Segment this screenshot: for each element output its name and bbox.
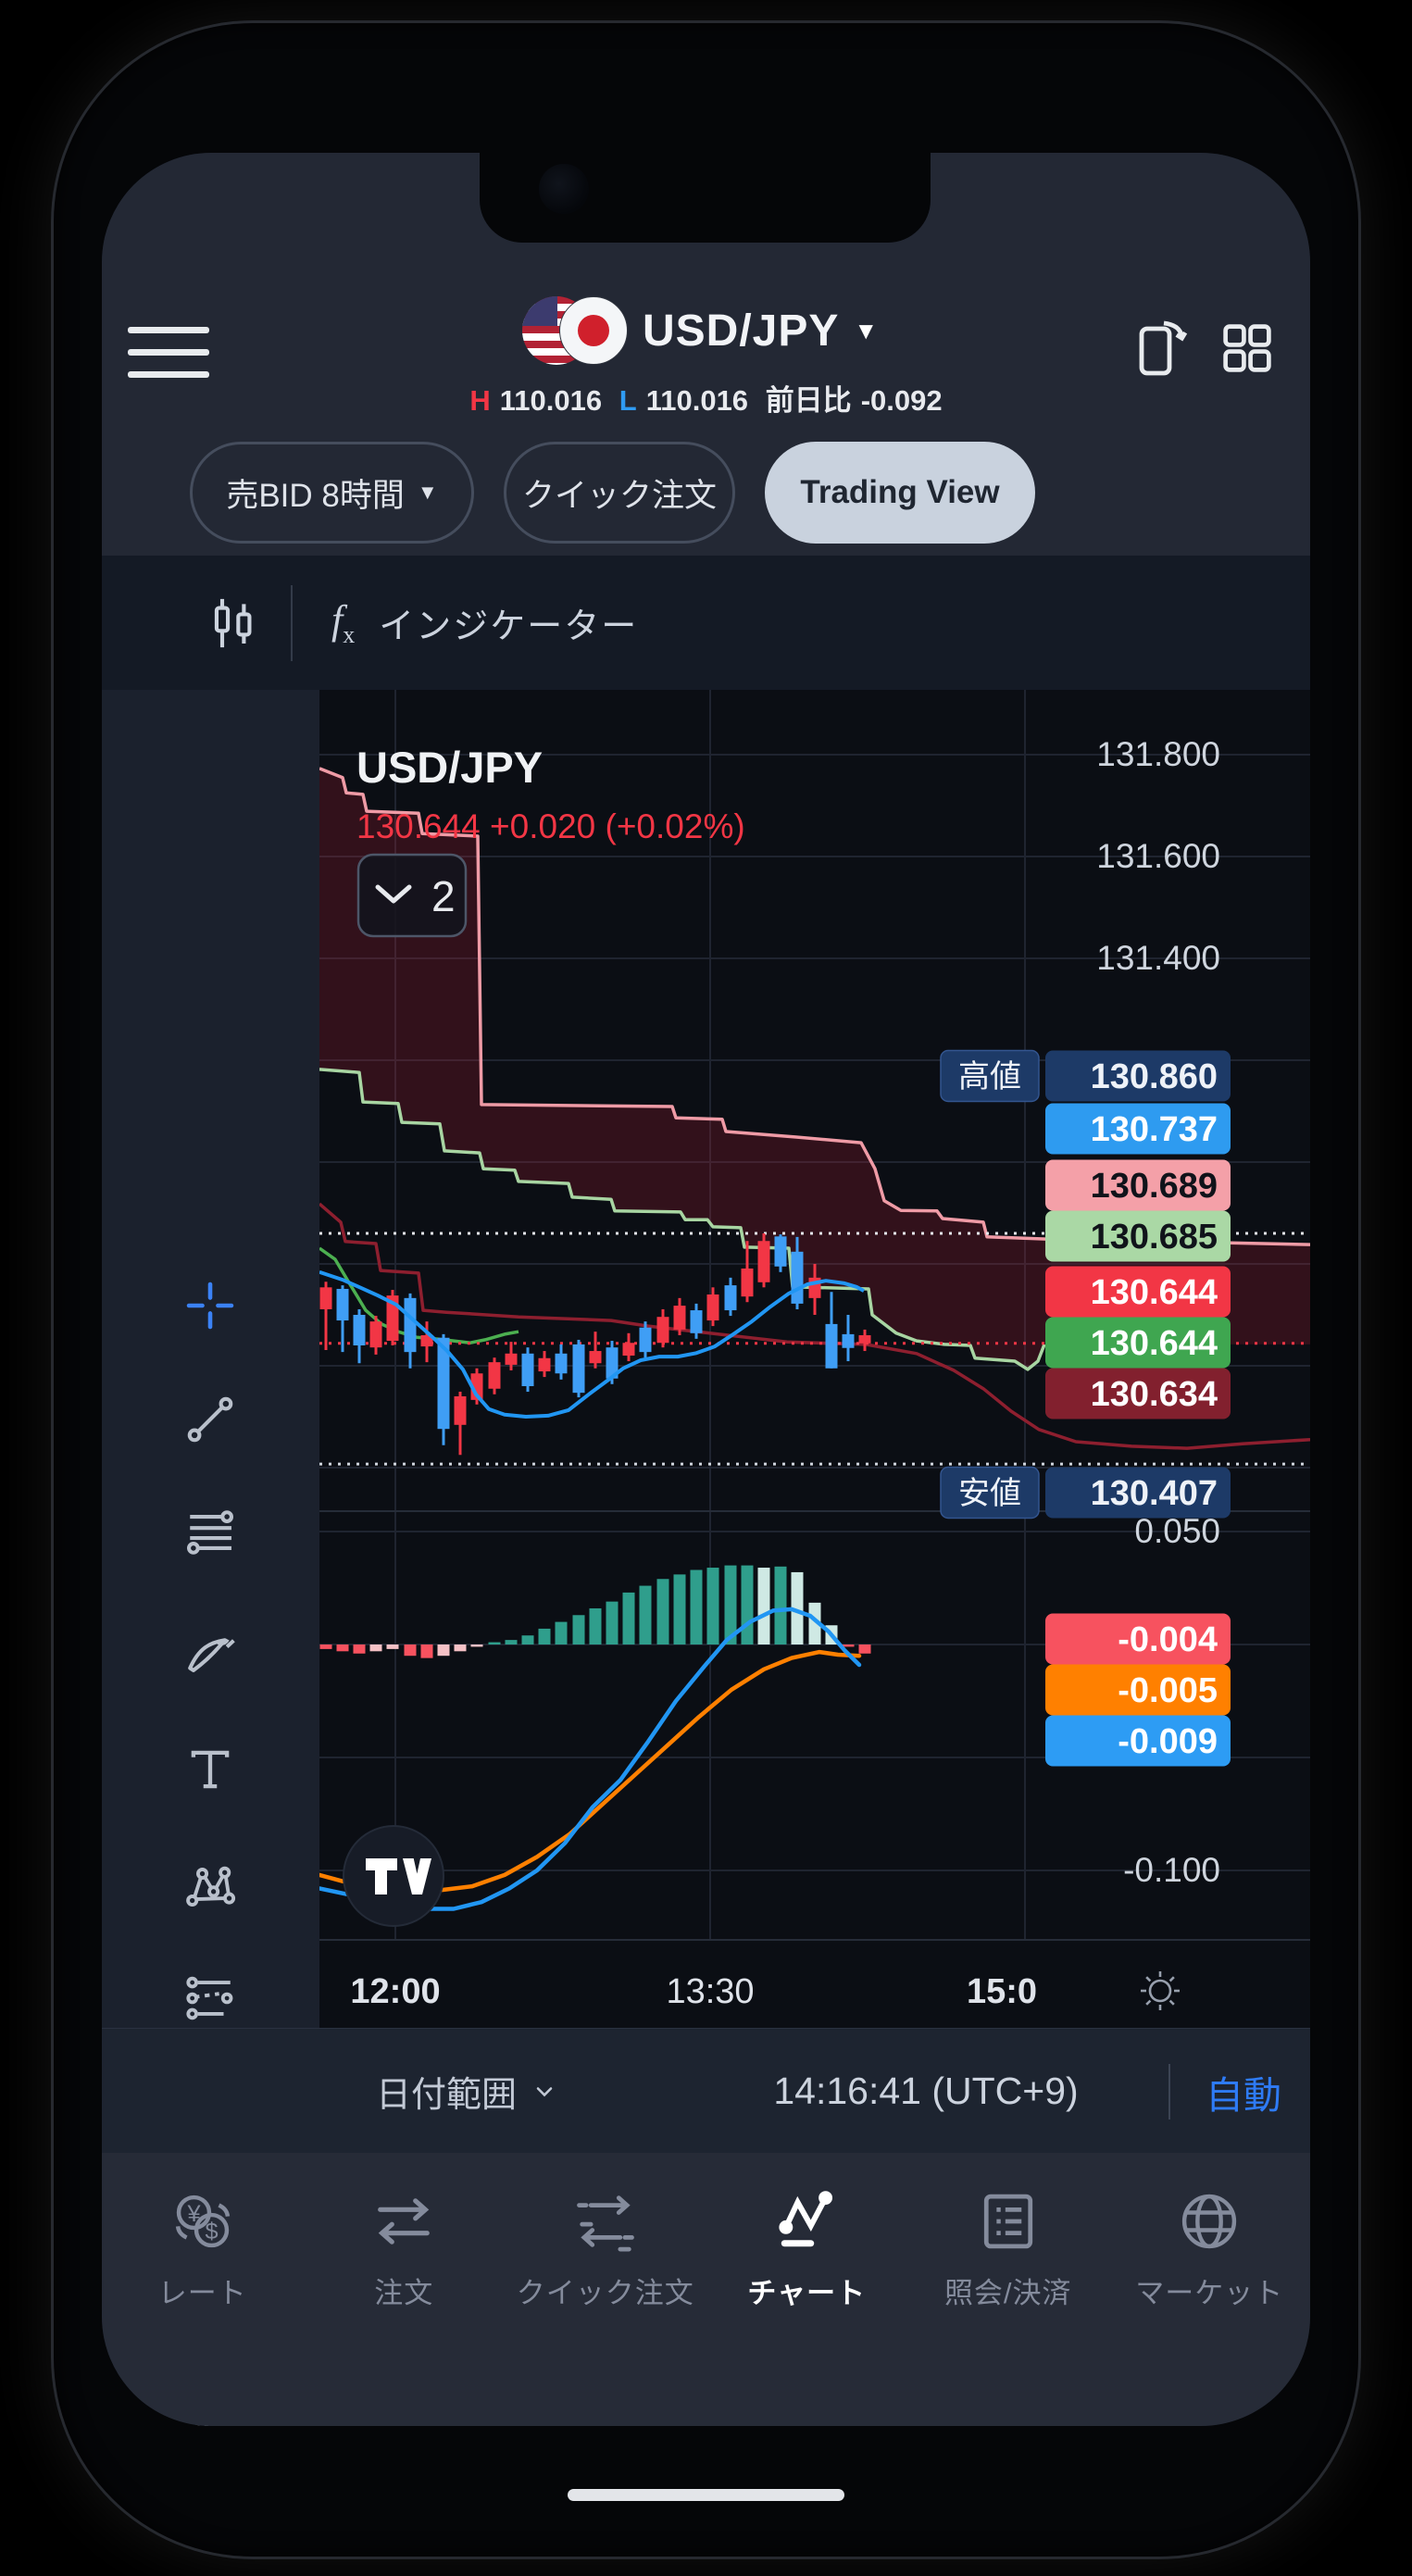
price-axis-label: 131.400	[1096, 939, 1220, 977]
price-badge-value: 130.644	[1091, 1273, 1218, 1312]
drawing-sidebar: ‹	[102, 690, 320, 2426]
price-badge-value: 130.634	[1091, 1375, 1218, 1414]
date-range-button[interactable]: 日付範囲	[376, 2029, 557, 2154]
price-axis-label: 131.800	[1096, 735, 1220, 773]
bottom-navigation: ¥ $ レート 注文 クイック注文 チャート 照会/決済 マーケット	[102, 2153, 1310, 2426]
order-arrows-icon	[378, 2198, 431, 2245]
price-badge-value: -0.009	[1118, 1722, 1218, 1761]
chevron-down-icon: ▼	[417, 481, 438, 504]
xabcd-pattern-tool[interactable]	[183, 1860, 237, 1914]
quick-order-button[interactable]: クイック注文	[504, 442, 735, 544]
indicator-axis-label: -0.100	[1123, 1851, 1220, 1889]
forecast-position-tool[interactable]	[183, 1971, 237, 2025]
high-value: 110.016	[499, 384, 603, 417]
nav-label: クイック注文	[516, 2277, 694, 2309]
high-low-row: H 110.016 L 110.016 前日比 -0.092	[102, 377, 1310, 419]
jp-flag-icon	[559, 296, 628, 365]
home-indicator[interactable]	[568, 2489, 844, 2501]
nav-label: 注文	[374, 2277, 434, 2309]
chart-bottom-bar: 日付範囲 14:16:41 (UTC+9) 自動	[102, 2028, 1310, 2153]
trading-view-label: Trading View	[800, 474, 1000, 510]
quick-order-label: クイック注文	[521, 477, 717, 514]
trend-line-tool[interactable]	[183, 1393, 237, 1446]
statement-icon	[983, 2194, 1032, 2249]
chart-canvas[interactable]: 131.800 131.600 131.400 0.050 -0.100 高値 130.86…	[317, 690, 1310, 2028]
price-badge-value: -0.004	[1118, 1620, 1218, 1659]
front-camera	[539, 164, 589, 214]
quick-order-icon	[576, 2195, 634, 2252]
phone-frame: USD/JPY ▼ H110.016 L110.016 前日比-0.092	[51, 20, 1361, 2559]
chevron-down-icon	[536, 2086, 553, 2096]
chart-toolbar: fx インジケーター	[102, 556, 1310, 690]
auto-scale-button[interactable]: 自動	[1193, 2029, 1294, 2154]
legend-collapse-count: 2	[431, 872, 456, 920]
trading-view-tab[interactable]: Trading View	[765, 442, 1035, 544]
price-badge-value: 130.737	[1091, 1110, 1218, 1149]
indicators-button[interactable]: fx インジケーター	[331, 556, 638, 690]
indicators-label: インジケーター	[379, 607, 639, 646]
nav-label: マーケット	[1135, 2277, 1284, 2309]
nav-item-statement[interactable]: 照会/決済	[907, 2153, 1109, 2426]
notch	[480, 153, 931, 243]
price-badge-tag: 安値	[958, 1476, 1021, 1511]
prev-change-value: -0.092	[860, 384, 943, 417]
app-screen: USD/JPY ▼ H110.016 L110.016 前日比-0.092	[102, 153, 1310, 2426]
nav-item-order[interactable]: 注文	[304, 2153, 506, 2426]
date-range-label: 日付範囲	[376, 2076, 518, 2115]
chevron-down-icon: ▼	[854, 316, 880, 344]
layout-grid-icon[interactable]	[1217, 318, 1278, 379]
candlestick-style-icon[interactable]	[202, 591, 263, 656]
chart-icon	[779, 2191, 833, 2247]
time-axis-label: 15:0	[967, 1972, 1037, 2011]
prev-change-label: 前日比	[765, 384, 852, 417]
nav-item-market[interactable]: マーケット	[1109, 2153, 1311, 2426]
menu-button[interactable]	[128, 327, 213, 382]
price-badge-value: -0.005	[1118, 1671, 1218, 1710]
symbol-title: USD/JPY	[643, 306, 840, 356]
price-badge-value: 130.407	[1091, 1474, 1218, 1513]
bottom-bar-divider	[1168, 2064, 1170, 2120]
crosshair-tool[interactable]	[183, 1279, 237, 1332]
price-badge-value: 130.685	[1091, 1218, 1218, 1257]
text-tool[interactable]	[183, 1743, 237, 1796]
tradingview-logo	[343, 1825, 444, 1927]
rotate-device-icon[interactable]	[1128, 312, 1194, 379]
fx-icon: fx	[331, 597, 356, 648]
nav-label: レート	[157, 2277, 247, 2309]
nav-item-chart[interactable]: チャート	[706, 2153, 908, 2426]
price-axis-label: 131.600	[1096, 837, 1220, 875]
symbol-selector[interactable]: USD/JPY ▼	[643, 301, 879, 360]
chart-symbol-title: USD/JPY	[356, 743, 543, 792]
low-label: L	[619, 384, 637, 417]
market-globe-icon	[1182, 2194, 1237, 2249]
high-label: H	[469, 384, 491, 417]
price-badge-value: 130.689	[1091, 1167, 1218, 1206]
brush-tool[interactable]	[183, 1628, 237, 1682]
legend-collapse-button: 2	[356, 853, 468, 938]
nav-item-quick-order[interactable]: クイック注文	[505, 2153, 706, 2426]
price-badge-tag: 高値	[958, 1059, 1021, 1094]
nav-label: チャート	[747, 2277, 867, 2309]
nav-item-rate[interactable]: ¥ $ レート	[102, 2153, 304, 2426]
rate-exchange-icon: ¥ $	[175, 2195, 230, 2248]
low-value: 110.016	[645, 384, 749, 417]
bid-timeframe-label: 売BID 8時間	[226, 477, 405, 514]
toolbar-divider	[291, 585, 293, 661]
bid-timeframe-button[interactable]: 売BID 8時間 ▼	[190, 442, 474, 544]
time-axis-label: 13:30	[666, 1972, 754, 2011]
fib-lines-tool[interactable]	[183, 1506, 237, 1559]
price-badge-value: 130.644	[1091, 1324, 1218, 1363]
chart-price-line: 130.644 +0.020 (+0.02%)	[356, 807, 745, 845]
time-axis-label: 12:00	[350, 1972, 440, 2011]
svg-text:$: $	[205, 2219, 218, 2245]
price-badge-value: 130.860	[1091, 1057, 1218, 1096]
server-clock: 14:16:41 (UTC+9)	[773, 2070, 1079, 2112]
nav-label: 照会/決済	[943, 2277, 1072, 2309]
